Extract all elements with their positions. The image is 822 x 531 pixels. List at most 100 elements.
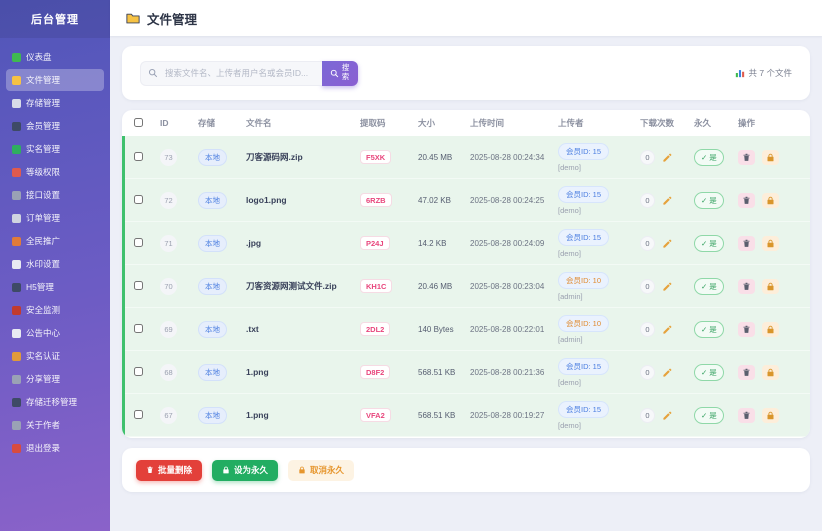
edit-downloads-icon[interactable] xyxy=(662,152,673,163)
sidebar-item-watermark[interactable]: 水印设置 xyxy=(6,253,104,275)
permanent-badge[interactable]: ✓ 是 xyxy=(694,191,724,209)
edit-downloads-icon[interactable] xyxy=(662,281,673,292)
upload-time: 2025-08-28 00:21:36 xyxy=(470,367,545,377)
delete-file-button[interactable] xyxy=(738,278,755,294)
sidebar-item-author[interactable]: 关于作者 xyxy=(6,414,104,436)
permanent-badge[interactable]: ✓ 是 xyxy=(694,363,724,381)
delete-file-button[interactable] xyxy=(738,235,755,251)
folder-icon xyxy=(126,12,140,24)
extract-code-badge: D8F2 xyxy=(360,365,391,379)
uploader-badge[interactable]: 会员ID: 15 xyxy=(558,357,610,375)
uploader-badge[interactable]: 会员ID: 15 xyxy=(558,228,610,246)
uploader-badge[interactable]: 会员ID: 15 xyxy=(558,142,610,160)
realname-icon xyxy=(12,144,21,154)
set-permanent-button[interactable]: 设为永久 xyxy=(212,459,279,481)
sidebar-item-orders[interactable]: 订单管理 xyxy=(6,207,104,229)
sidebar-item-label: 文件管理 xyxy=(26,75,61,85)
lock-file-button[interactable] xyxy=(762,149,779,165)
file-name: .txt xyxy=(246,324,259,334)
folder-icon xyxy=(12,75,21,85)
file-id-badge: 73 xyxy=(160,148,177,166)
sidebar-item-level[interactable]: 等级权限 xyxy=(6,161,104,183)
download-count-badge: 0 xyxy=(640,364,655,380)
edit-downloads-icon[interactable] xyxy=(662,367,673,378)
row-checkbox[interactable] xyxy=(134,366,143,376)
level-icon xyxy=(12,167,21,177)
permanent-badge[interactable]: ✓ 是 xyxy=(694,148,724,166)
lock-file-button[interactable] xyxy=(762,364,779,380)
delete-file-button[interactable] xyxy=(738,149,755,165)
sidebar-item-label: 退出登录 xyxy=(26,443,61,453)
column-header: 文件名 xyxy=(246,118,272,128)
row-checkbox[interactable] xyxy=(134,323,143,333)
sidebar-item-folder[interactable]: 文件管理 xyxy=(6,69,104,91)
search-input[interactable] xyxy=(140,60,322,86)
row-checkbox[interactable] xyxy=(134,194,143,204)
sidebar-item-idcard[interactable]: 实名认证 xyxy=(6,345,104,367)
permanent-badge[interactable]: ✓ 是 xyxy=(694,320,724,338)
download-count-badge: 0 xyxy=(640,192,655,208)
file-size: 20.45 MB xyxy=(418,152,453,162)
extract-code-badge: KH1C xyxy=(360,279,393,293)
lock-file-button[interactable] xyxy=(762,321,779,337)
security-icon xyxy=(12,305,21,315)
uploader-badge[interactable]: 会员ID: 10 xyxy=(558,314,610,332)
sidebar-item-h5[interactable]: H5管理 xyxy=(6,276,104,298)
permanent-badge[interactable]: ✓ 是 xyxy=(694,277,724,295)
cancel-permanent-button[interactable]: 取消永久 xyxy=(288,459,355,481)
extract-code-badge: VFA2 xyxy=(360,408,391,422)
edit-downloads-icon[interactable] xyxy=(662,324,673,335)
sidebar-item-label: 分享管理 xyxy=(26,374,61,384)
uploader-badge[interactable]: 会员ID: 10 xyxy=(558,271,610,289)
logout-icon xyxy=(12,443,21,453)
edit-downloads-icon[interactable] xyxy=(662,238,673,249)
orders-icon xyxy=(12,213,21,223)
sidebar-item-label: 全民推广 xyxy=(26,236,61,246)
sidebar-item-api[interactable]: 接口设置 xyxy=(6,184,104,206)
sidebar-item-migration[interactable]: 存储迁移管理 xyxy=(6,391,104,413)
delete-file-button[interactable] xyxy=(738,407,755,423)
permanent-badge[interactable]: ✓ 是 xyxy=(694,234,724,252)
sidebar-item-notice[interactable]: 公告中心 xyxy=(6,322,104,344)
permanent-badge[interactable]: ✓ 是 xyxy=(694,406,724,424)
lock-file-button[interactable] xyxy=(762,192,779,208)
table-row: 73 本地 刀客源码网.zip F5XK 20.45 MB 2025-08-28… xyxy=(125,136,810,179)
lock-file-button[interactable] xyxy=(762,235,779,251)
sidebar-item-security[interactable]: 安全监测 xyxy=(6,299,104,321)
select-all-checkbox[interactable] xyxy=(134,117,143,127)
edit-downloads-icon[interactable] xyxy=(662,195,673,206)
sidebar-item-dashboard[interactable]: 仪表盘 xyxy=(6,46,104,68)
sidebar-item-members[interactable]: 会员管理 xyxy=(6,115,104,137)
file-size: 47.02 KB xyxy=(418,195,451,205)
row-checkbox[interactable] xyxy=(134,151,143,161)
sidebar-item-realname[interactable]: 实名管理 xyxy=(6,138,104,160)
edit-downloads-icon[interactable] xyxy=(662,410,673,421)
lock-icon xyxy=(222,466,230,474)
batch-delete-button[interactable]: 批量删除 xyxy=(136,459,203,481)
row-checkbox[interactable] xyxy=(134,237,143,247)
lock-file-button[interactable] xyxy=(762,278,779,294)
search-button[interactable]: 搜索 xyxy=(322,60,358,86)
sidebar-item-share[interactable]: 分享管理 xyxy=(6,368,104,390)
column-header: 操作 xyxy=(738,118,756,128)
sidebar-item-label: 安全监测 xyxy=(26,305,61,315)
chart-icon xyxy=(735,68,745,78)
file-name: 刀客资源网测试文件.zip xyxy=(246,281,337,291)
storage-badge: 本地 xyxy=(198,277,227,295)
row-checkbox[interactable] xyxy=(134,280,143,290)
delete-file-button[interactable] xyxy=(738,321,755,337)
check-icon: ✓ xyxy=(701,281,708,291)
search-icon xyxy=(148,68,158,78)
sidebar-item-logout[interactable]: 退出登录 xyxy=(6,437,104,459)
sidebar-item-promotion[interactable]: 全民推广 xyxy=(6,230,104,252)
lock-file-button[interactable] xyxy=(762,407,779,423)
trash-icon xyxy=(146,466,154,474)
sidebar-item-storage[interactable]: 存储管理 xyxy=(6,92,104,114)
row-checkbox[interactable] xyxy=(134,409,143,419)
dashboard-icon xyxy=(12,52,21,62)
sidebar-item-label: 公告中心 xyxy=(26,328,61,338)
delete-file-button[interactable] xyxy=(738,192,755,208)
uploader-badge[interactable]: 会员ID: 15 xyxy=(558,400,610,418)
uploader-badge[interactable]: 会员ID: 15 xyxy=(558,185,610,203)
delete-file-button[interactable] xyxy=(738,364,755,380)
